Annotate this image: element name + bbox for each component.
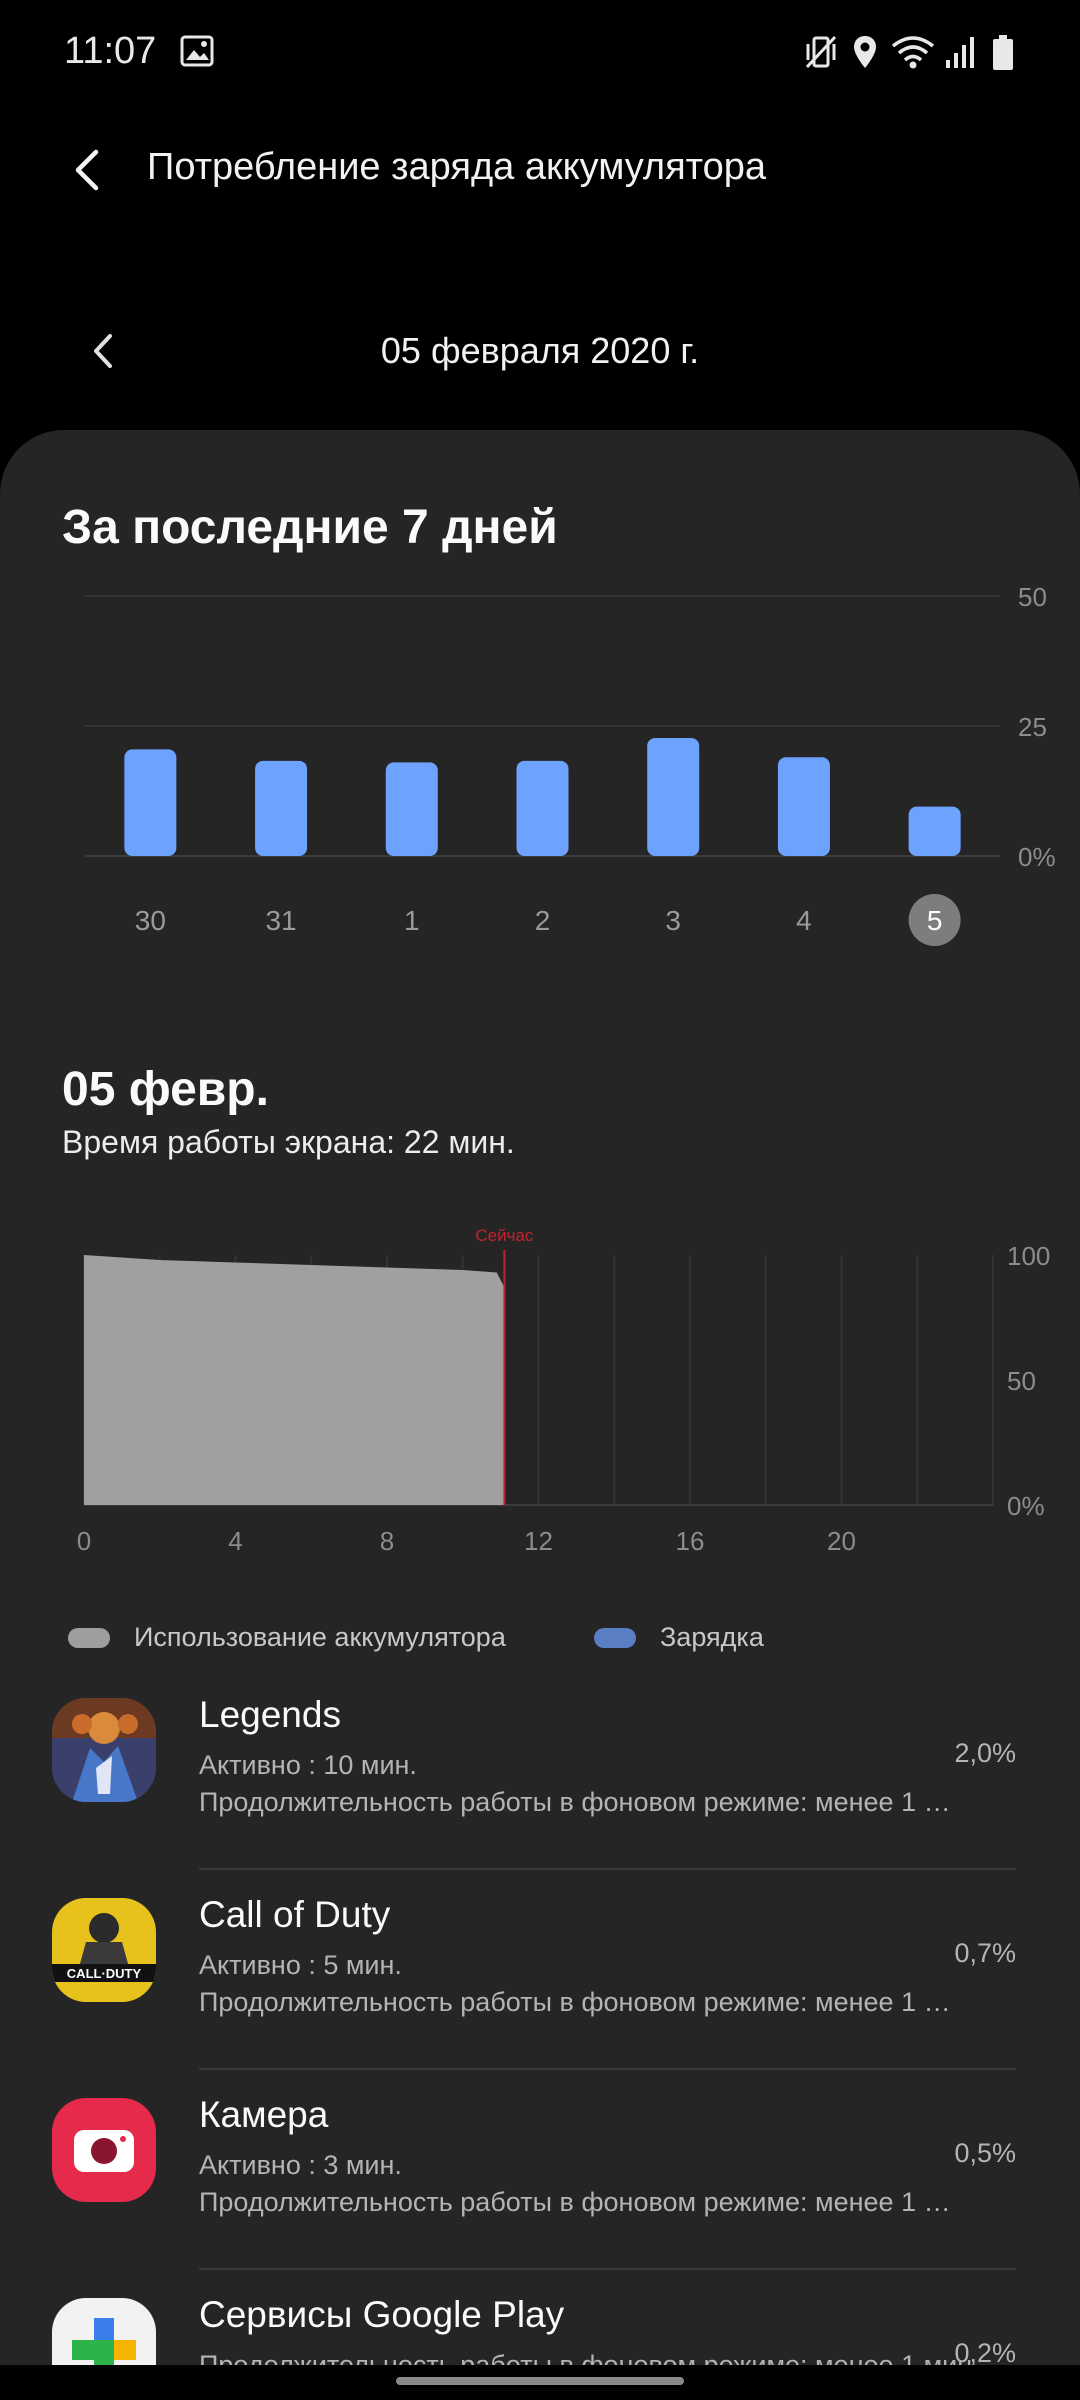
x-tick-label: 0 <box>77 1526 91 1556</box>
legend-usage-swatch <box>68 1627 110 1648</box>
bar <box>255 760 308 856</box>
app-row-google-play-services[interactable]: Сервисы Google Play Продолжительность ра… <box>0 2270 1080 2365</box>
app-row-legends[interactable]: Legends Активно : 10 мин. Продолжительно… <box>0 1670 1080 1870</box>
signal-icon <box>946 37 974 68</box>
bar <box>124 749 177 856</box>
app-active-time: Активно : 3 мин. <box>199 2150 402 2180</box>
status-time: 11:07 <box>64 30 157 72</box>
app-name: Call of Duty <box>199 1894 391 1935</box>
x-tick-label: 8 <box>380 1526 394 1556</box>
x-tick-label: 16 <box>676 1526 705 1556</box>
app-usage-percent: 0,5% <box>954 2138 1016 2168</box>
previous-date-button[interactable] <box>82 326 126 376</box>
x-tick-label: 3 <box>665 905 681 936</box>
bar <box>647 737 700 856</box>
page-title: Потребление заряда аккумулятора <box>147 146 767 188</box>
x-tick-label: 2 <box>535 905 551 936</box>
y-tick-label: 50 <box>1018 582 1047 612</box>
y-tick-label: 50 <box>1007 1366 1036 1396</box>
y-tick-label: 0% <box>1007 1491 1045 1521</box>
bar <box>516 760 569 856</box>
weekly-title: За последние 7 дней <box>62 501 558 554</box>
app-row-call-of-duty[interactable]: CALL·DUTY Call of Duty Активно : 5 мин. … <box>0 1870 1080 2070</box>
camera-app-icon <box>52 2098 156 2202</box>
legend-charging-label: Зарядка <box>660 1622 764 1652</box>
battery-area <box>84 1255 505 1505</box>
location-icon <box>854 36 876 68</box>
x-tick-label: 4 <box>796 905 812 936</box>
x-tick-label: 31 <box>265 905 296 936</box>
x-tick-label: 1 <box>404 905 420 936</box>
bar <box>385 762 438 856</box>
app-usage-percent: 2,0% <box>954 1738 1016 1768</box>
bar <box>777 757 830 856</box>
app-background-time: Продолжительность работы в фоновом режим… <box>199 1787 959 1817</box>
date-navigator: 05 февраля 2020 г. <box>0 320 1080 382</box>
screen-time-text: Время работы экрана: 22 мин. <box>62 1124 515 1160</box>
app-name: Сервисы Google Play <box>199 2294 565 2335</box>
chart-legend: Использование аккумулятора Зарядка <box>0 1622 1080 1662</box>
navigation-handle[interactable] <box>396 2377 684 2385</box>
legend-usage: Использование аккумулятора <box>68 1622 506 1653</box>
bar <box>908 806 961 856</box>
app-name: Legends <box>199 1694 341 1735</box>
call-of-duty-app-icon: CALL·DUTY <box>52 1898 156 2002</box>
legends-app-icon <box>52 1698 156 1802</box>
app-background-time: Продолжительность работы в фоновом режим… <box>199 2350 980 2365</box>
app-active-time: Активно : 5 мин. <box>199 1950 402 1980</box>
y-tick-label: 25 <box>1018 712 1047 742</box>
app-row-camera[interactable]: Камера Активно : 3 мин. Продолжительност… <box>0 2070 1080 2270</box>
back-button[interactable] <box>60 140 120 200</box>
x-tick-label: 30 <box>135 905 166 936</box>
gallery-icon <box>180 35 214 67</box>
vibrate-icon <box>805 35 837 69</box>
app-usage-percent: 0,7% <box>954 1938 1016 1968</box>
usage-card: За последние 7 дней 50 25 0% 30 31 1 2 3 4 5 05 ф… <box>0 430 1080 2365</box>
legend-usage-label: Использование аккумулятора <box>134 1622 506 1652</box>
x-tick-label: 12 <box>524 1526 553 1556</box>
weekly-bar-chart: 50 25 0% 30 31 1 2 3 4 5 <box>85 582 1056 946</box>
app-background-time: Продолжительность работы в фоновом режим… <box>199 2187 959 2217</box>
y-tick-label: 0% <box>1018 842 1056 872</box>
status-bar: 11:07 <box>0 0 1080 108</box>
app-background-time: Продолжительность работы в фоновом режим… <box>199 1987 959 2017</box>
daily-title: 05 февр. <box>62 1063 269 1116</box>
app-usage-percent: 0,2% <box>954 2338 1016 2365</box>
app-header: Потребление заряда аккумулятора <box>0 120 1080 220</box>
now-label: Сейчас <box>475 1226 534 1245</box>
current-date: 05 февраля 2020 г. <box>380 330 700 371</box>
legend-charging: Зарядка <box>594 1622 764 1653</box>
x-tick-label: 5 <box>927 905 943 936</box>
wifi-icon <box>891 36 935 69</box>
app-name: Камера <box>199 2094 329 2135</box>
x-tick-label: 20 <box>827 1526 856 1556</box>
battery-icon <box>993 35 1013 70</box>
call-of-duty-icon-text: CALL·DUTY <box>67 1966 142 1981</box>
legend-charging-swatch <box>594 1627 636 1648</box>
app-active-time: Активно : 10 мин. <box>199 1750 417 1780</box>
daily-battery-chart: Сейчас 100 50 0% 0 4 8 12 16 20 <box>77 1226 1051 1556</box>
google-play-services-app-icon <box>52 2298 156 2365</box>
x-tick-label: 4 <box>228 1526 242 1556</box>
y-tick-label: 100 <box>1007 1241 1050 1271</box>
